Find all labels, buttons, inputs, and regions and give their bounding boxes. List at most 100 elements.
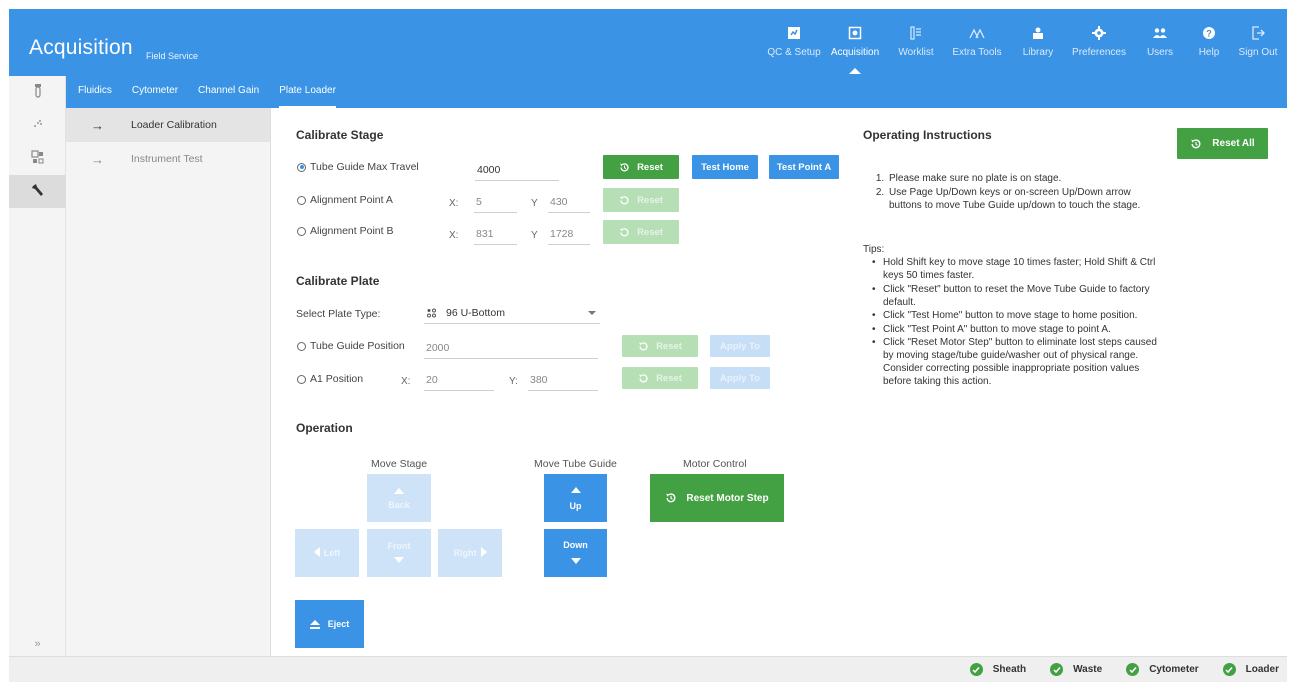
nav-library[interactable]: Library — [1009, 9, 1067, 76]
stage-reset-button[interactable]: Reset — [603, 155, 679, 179]
stage-back-button[interactable]: Back — [367, 474, 431, 522]
reset-icon — [619, 162, 630, 173]
list-item: Click "Reset" button to reset the Move T… — [869, 283, 1159, 309]
secnav-instrument-test[interactable]: → Instrument Test — [66, 142, 270, 176]
alignment-b-x-input[interactable]: 831 — [474, 225, 517, 245]
secnav-loader-calibration[interactable]: → Loader Calibration — [66, 108, 270, 142]
stage-left-label: Left — [323, 548, 341, 558]
nav-sign-out[interactable]: Sign Out — [1229, 9, 1287, 76]
reset-icon — [638, 373, 649, 384]
a1-apply-button[interactable]: Apply To — [710, 367, 770, 389]
main-nav: QC & Setup Acquisition Worklist Extra To… — [765, 9, 1287, 76]
arrow-right-icon — [480, 547, 487, 559]
rail-expand-button[interactable]: » — [9, 638, 66, 650]
reset-icon — [638, 341, 649, 352]
alignment-a-y-input[interactable]: 430 — [548, 193, 590, 213]
a1-x-input[interactable]: 20 — [424, 371, 494, 391]
rail-plate-item[interactable] — [9, 142, 66, 175]
a1-y-input[interactable]: 380 — [528, 371, 598, 391]
check-icon — [1126, 663, 1140, 676]
alignment-a-radio[interactable]: Alignment Point A — [297, 194, 393, 206]
tab-channel-gain[interactable]: Channel Gain — [198, 76, 259, 108]
status-label: Waste — [1073, 664, 1103, 675]
tube-guide-max-input[interactable]: 4000 — [475, 161, 559, 181]
tab-plate-loader[interactable]: Plate Loader — [279, 76, 336, 108]
select-plate-type-label: Select Plate Type: — [296, 308, 381, 320]
arrow-down-icon — [394, 555, 404, 565]
tab-fluidics[interactable]: Fluidics — [78, 76, 112, 108]
page-title: Acquisition — [29, 36, 133, 59]
reset-label: Reset — [656, 340, 682, 352]
alignment-a-reset-button[interactable]: Reset — [603, 188, 679, 212]
radio-label: Alignment Point B — [310, 225, 394, 237]
plate-type-select[interactable]: 96 U-Bottom — [424, 302, 600, 324]
active-caret-icon — [849, 68, 861, 74]
tab-cytometer[interactable]: Cytometer — [132, 76, 178, 108]
x-label: X: — [401, 376, 411, 387]
nav-acquisition[interactable]: Acquisition — [823, 9, 887, 76]
status-loader: Loader — [1222, 663, 1279, 676]
tube-guide-position-radio[interactable]: Tube Guide Position — [297, 340, 405, 352]
nav-users[interactable]: Users — [1131, 9, 1189, 76]
scatter-icon — [31, 117, 45, 134]
stage-front-label: Front — [387, 541, 411, 551]
reset-icon — [665, 492, 677, 504]
arrow-down-icon — [570, 556, 581, 566]
alignment-b-radio[interactable]: Alignment Point B — [297, 225, 393, 237]
move-tube-guide-label: Move Tube Guide — [534, 458, 617, 470]
reset-all-button[interactable]: Reset All — [1177, 128, 1268, 159]
reset-icon — [619, 227, 630, 238]
arrow-right-icon: → — [91, 117, 104, 133]
reset-label: Reset — [656, 372, 682, 384]
alignment-b-reset-button[interactable]: Reset — [603, 220, 679, 244]
alignment-a-x-input[interactable]: 5 — [474, 193, 517, 213]
eject-button[interactable]: Eject — [295, 600, 364, 648]
alignment-b-y-input[interactable]: 1728 — [548, 225, 590, 245]
a1-reset-button[interactable]: Reset — [622, 367, 698, 389]
status-waste: Waste — [1050, 663, 1102, 676]
status-label: Loader — [1245, 664, 1279, 675]
nav-preferences[interactable]: Preferences — [1067, 9, 1131, 76]
nav-worklist[interactable]: Worklist — [887, 9, 945, 76]
top-bar: Acquisition Field Service QC & Setup Acq… — [9, 9, 1287, 76]
stage-back-label: Back — [388, 500, 410, 510]
reset-motor-step-button[interactable]: Reset Motor Step — [650, 474, 784, 522]
main-panel: Calibrate Stage Tube Guide Max Travel 40… — [271, 108, 1287, 656]
stage-right-button[interactable]: Right — [438, 529, 502, 577]
stage-left-button[interactable]: Left — [295, 529, 359, 577]
check-icon — [969, 663, 983, 676]
list-item: Please make sure no plate is on stage. — [887, 172, 1151, 185]
arrow-left-icon — [313, 547, 320, 559]
calibrate-plate-title: Calibrate Plate — [296, 274, 380, 288]
a1-position-radio[interactable]: A1 Position — [297, 373, 363, 385]
radio-label: Tube Guide Position — [310, 340, 405, 352]
tips-label: Tips: — [863, 244, 885, 255]
reset-label: Reset — [637, 194, 663, 206]
nav-help[interactable]: ? Help — [1189, 9, 1229, 76]
tube-guide-down-button[interactable]: Down — [544, 529, 607, 577]
rail-wrench-item[interactable] — [9, 175, 66, 208]
nav-label: Worklist — [898, 47, 934, 58]
tube-guide-position-input[interactable]: 2000 — [424, 339, 598, 359]
users-icon — [1152, 25, 1168, 41]
tube-guide-position-reset-button[interactable]: Reset — [622, 335, 698, 357]
tube-guide-up-button[interactable]: Up — [544, 474, 607, 522]
nav-qc-setup[interactable]: QC & Setup — [765, 9, 823, 76]
tube-guide-position-apply-button[interactable]: Apply To — [710, 335, 770, 357]
rail-scatter-item[interactable] — [9, 109, 66, 142]
motor-control-label: Motor Control — [683, 458, 747, 470]
secnav-label: Loader Calibration — [131, 119, 217, 131]
nav-extra-tools[interactable]: Extra Tools — [945, 9, 1009, 76]
nav-label: Users — [1146, 47, 1174, 58]
qc-setup-icon — [787, 25, 801, 41]
reset-icon — [619, 195, 630, 206]
rail-tube-item[interactable] — [9, 76, 66, 109]
test-home-button[interactable]: Test Home — [692, 155, 758, 179]
sign-out-icon — [1251, 25, 1265, 41]
stage-front-button[interactable]: Front — [367, 529, 431, 577]
eject-icon — [309, 619, 320, 629]
tube-guide-max-radio[interactable]: Tube Guide Max Travel — [297, 161, 419, 173]
test-point-a-button[interactable]: Test Point A — [769, 155, 839, 179]
y-label: Y — [531, 230, 538, 241]
tips-list: Hold Shift key to move stage 10 times fa… — [869, 256, 1159, 389]
